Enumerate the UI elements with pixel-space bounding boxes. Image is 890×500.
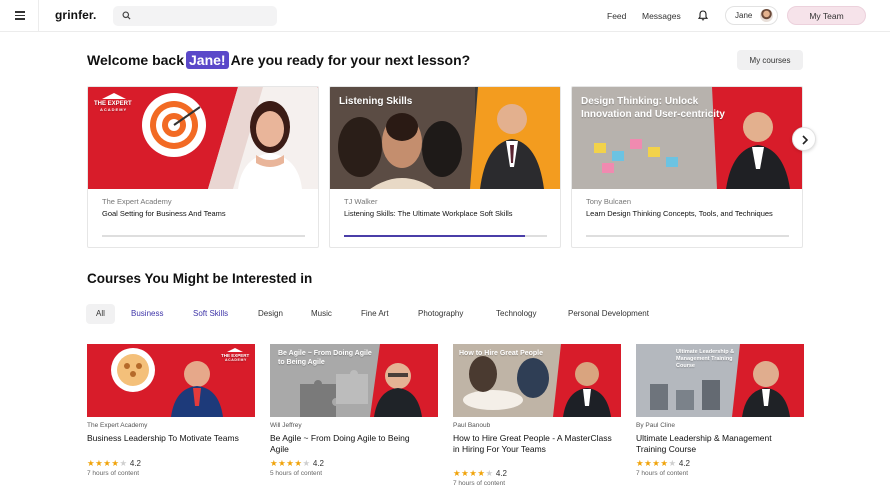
app-logo[interactable]: grinfer. bbox=[55, 8, 96, 22]
rating-value: 4.2 bbox=[678, 459, 690, 468]
current-course-card[interactable]: THE EXPERT ACADEMY The Expert Academy Go… bbox=[87, 86, 319, 248]
filter-photography[interactable]: Photography bbox=[418, 304, 463, 324]
star-rating-icon: ★★★★★ bbox=[453, 468, 494, 478]
rating: ★★★★★ 4.2 bbox=[87, 458, 141, 469]
user-menu[interactable]: Jane bbox=[725, 6, 778, 25]
course-thumbnail: How to Hire Great People bbox=[453, 344, 621, 417]
badge-line2: ACADEMY bbox=[225, 358, 247, 362]
badge-line2: ACADEMY bbox=[100, 107, 128, 112]
thumbnail-caption: Be Agile ~ From Doing Agile to Being Agi… bbox=[278, 350, 372, 366]
course-provider: TJ Walker bbox=[344, 197, 378, 206]
user-name-highlight: Jane! bbox=[186, 51, 229, 69]
rating-value: 4.2 bbox=[129, 459, 141, 468]
rating-value: 4.2 bbox=[312, 459, 324, 468]
my-courses-button[interactable]: My courses bbox=[737, 50, 803, 70]
course-author: By Paul Cline bbox=[636, 422, 676, 429]
progress-bar bbox=[102, 235, 305, 237]
course-thumbnail: Listening Skills bbox=[330, 87, 560, 189]
mortarboard-icon bbox=[102, 93, 126, 99]
star-rating-icon: ★★★★★ bbox=[87, 458, 128, 468]
search-input[interactable] bbox=[135, 8, 270, 24]
rating: ★★★★★ 4.2 bbox=[636, 458, 690, 469]
progress-bar bbox=[344, 235, 547, 237]
mortarboard-icon bbox=[227, 348, 243, 352]
course-thumbnail: THE EXPERT ACADEMY bbox=[87, 344, 255, 417]
badge-logo: THE EXPERT ACADEMY bbox=[221, 348, 249, 363]
hamburger-menu-icon[interactable] bbox=[15, 11, 25, 20]
filter-business[interactable]: Business bbox=[131, 304, 163, 324]
course-duration: 7 hours of content bbox=[453, 480, 506, 487]
course-author: Will Jeffrey bbox=[270, 422, 302, 429]
course-thumbnail: Ultimate Leadership & Management Trainin… bbox=[636, 344, 804, 417]
badge-logo: THE EXPERT ACADEMY bbox=[94, 93, 132, 113]
filter-soft-skills[interactable]: Soft Skills bbox=[193, 304, 228, 324]
thumbnail-caption: Listening Skills bbox=[339, 96, 413, 107]
current-course-card[interactable]: Design Thinking: Unlock Innovation and U… bbox=[571, 86, 803, 248]
course-title[interactable]: Ultimate Leadership & Management Trainin… bbox=[636, 433, 796, 455]
filter-design[interactable]: Design bbox=[258, 304, 283, 324]
course-card[interactable]: THE EXPERT ACADEMY The Expert Academy Bu… bbox=[87, 344, 255, 494]
top-bar: grinfer. Feed Messages Jane My Team bbox=[0, 0, 890, 32]
course-title[interactable]: Learn Design Thinking Concepts, Tools, a… bbox=[586, 209, 791, 219]
section-heading: Courses You Might be Interested in bbox=[87, 271, 313, 286]
search-bar[interactable] bbox=[113, 6, 277, 26]
welcome-prefix: Welcome back bbox=[87, 52, 185, 68]
filter-fine-art[interactable]: Fine Art bbox=[361, 304, 389, 324]
course-title[interactable]: Be Agile ~ From Doing Agile to Being Agi… bbox=[270, 433, 430, 455]
course-card[interactable]: Ultimate Leadership & Management Trainin… bbox=[636, 344, 804, 494]
filter-music[interactable]: Music bbox=[311, 304, 332, 324]
course-title[interactable]: How to Hire Great People - A MasterClass… bbox=[453, 433, 613, 455]
search-icon bbox=[122, 11, 131, 20]
user-name: Jane bbox=[735, 11, 753, 20]
divider bbox=[38, 0, 39, 32]
bell-icon[interactable] bbox=[698, 10, 708, 21]
thumbnail-caption: Ultimate Leadership & Management Trainin… bbox=[676, 349, 735, 369]
rating-value: 4.2 bbox=[495, 469, 507, 478]
nav-messages-link[interactable]: Messages bbox=[642, 11, 681, 21]
progress-bar bbox=[586, 235, 789, 237]
course-title[interactable]: Listening Skills: The Ultimate Workplace… bbox=[344, 209, 549, 219]
thumbnail-caption: How to Hire Great People bbox=[459, 350, 544, 357]
filter-personal-development[interactable]: Personal Development bbox=[568, 304, 649, 324]
rating: ★★★★★ 4.2 bbox=[453, 468, 507, 479]
star-rating-icon: ★★★★★ bbox=[270, 458, 311, 468]
course-card[interactable]: How to Hire Great People Paul Banoub How… bbox=[453, 344, 621, 494]
nav-feed-link[interactable]: Feed bbox=[607, 11, 626, 21]
chevron-right-icon bbox=[802, 135, 809, 145]
course-title[interactable]: Goal Setting for Business And Teams bbox=[102, 209, 307, 219]
course-thumbnail: Be Agile ~ From Doing Agile to Being Agi… bbox=[270, 344, 438, 417]
course-provider: Tony Bulcaen bbox=[586, 197, 632, 206]
filter-technology[interactable]: Technology bbox=[496, 304, 536, 324]
welcome-suffix: Are you ready for your next lesson? bbox=[230, 52, 471, 68]
welcome-heading: Welcome back Jane! Are you ready for your … bbox=[87, 51, 470, 71]
carousel-next-button[interactable] bbox=[792, 127, 816, 151]
course-thumbnail: THE EXPERT ACADEMY bbox=[88, 87, 318, 189]
rating: ★★★★★ 4.2 bbox=[270, 458, 324, 469]
avatar bbox=[760, 9, 773, 22]
thumbnail-caption: Design Thinking: Unlock Innovation and U… bbox=[581, 96, 725, 120]
filter-all[interactable]: All bbox=[86, 304, 115, 324]
star-rating-icon: ★★★★★ bbox=[636, 458, 677, 468]
current-course-card[interactable]: Listening Skills TJ Walker Listening Ski… bbox=[329, 86, 561, 248]
course-thumbnail: Design Thinking: Unlock Innovation and U… bbox=[572, 87, 802, 189]
course-duration: 7 hours of content bbox=[87, 470, 140, 477]
progress-fill bbox=[344, 235, 525, 237]
course-title[interactable]: Business Leadership To Motivate Teams bbox=[87, 433, 247, 444]
course-author: The Expert Academy bbox=[87, 422, 148, 429]
course-author: Paul Banoub bbox=[453, 422, 491, 429]
my-team-button[interactable]: My Team bbox=[787, 6, 866, 25]
course-card[interactable]: Be Agile ~ From Doing Agile to Being Agi… bbox=[270, 344, 438, 494]
course-duration: 5 hours of content bbox=[270, 470, 323, 477]
course-provider: The Expert Academy bbox=[102, 197, 172, 206]
course-duration: 7 hours of content bbox=[636, 470, 689, 477]
